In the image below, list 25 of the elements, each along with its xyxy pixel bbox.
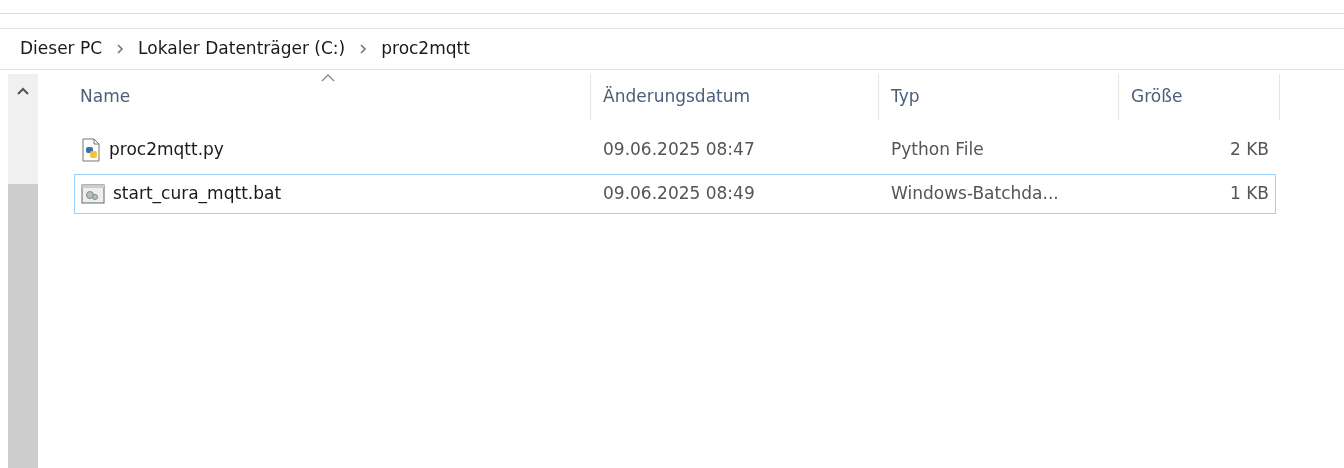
scroll-up-icon[interactable] bbox=[17, 87, 29, 95]
file-row[interactable]: proc2mqtt.py 09.06.2025 08:47 Python File 2 KB bbox=[74, 130, 1276, 170]
sort-ascending-icon bbox=[321, 74, 335, 82]
file-name: proc2mqtt.py bbox=[109, 138, 224, 162]
breadcrumb-item[interactable]: Dieser PC bbox=[20, 36, 103, 62]
breadcrumb-item[interactable]: proc2mqtt bbox=[381, 36, 470, 62]
scrollbar-thumb[interactable] bbox=[8, 184, 38, 468]
file-row[interactable]: start_cura_mqtt.bat 09.06.2025 08:49 Windows-Batchda... 1 KB bbox=[74, 174, 1276, 214]
file-size: 1 KB bbox=[1228, 182, 1269, 206]
modified-date: 09.06.2025 08:49 bbox=[602, 182, 756, 206]
column-header[interactable]: Größe bbox=[1118, 74, 1280, 120]
file-name: start_cura_mqtt.bat bbox=[113, 182, 282, 206]
file-type: Windows-Batchda... bbox=[890, 182, 1060, 206]
batch-file-icon bbox=[81, 184, 105, 204]
file-size: 2 KB bbox=[1228, 138, 1269, 162]
column-header[interactable]: Name bbox=[80, 74, 590, 120]
python-file-icon bbox=[81, 138, 101, 162]
column-header[interactable]: Typ bbox=[878, 74, 1118, 120]
modified-date: 09.06.2025 08:47 bbox=[602, 138, 756, 162]
chevron-right-icon bbox=[116, 44, 125, 54]
file-type: Python File bbox=[890, 138, 985, 162]
column-header[interactable]: Änderungsdatum bbox=[590, 74, 878, 120]
breadcrumb-item[interactable]: Lokaler Datenträger (C:) bbox=[138, 36, 346, 62]
chevron-right-icon bbox=[359, 44, 368, 54]
scrollbar[interactable] bbox=[8, 74, 38, 468]
